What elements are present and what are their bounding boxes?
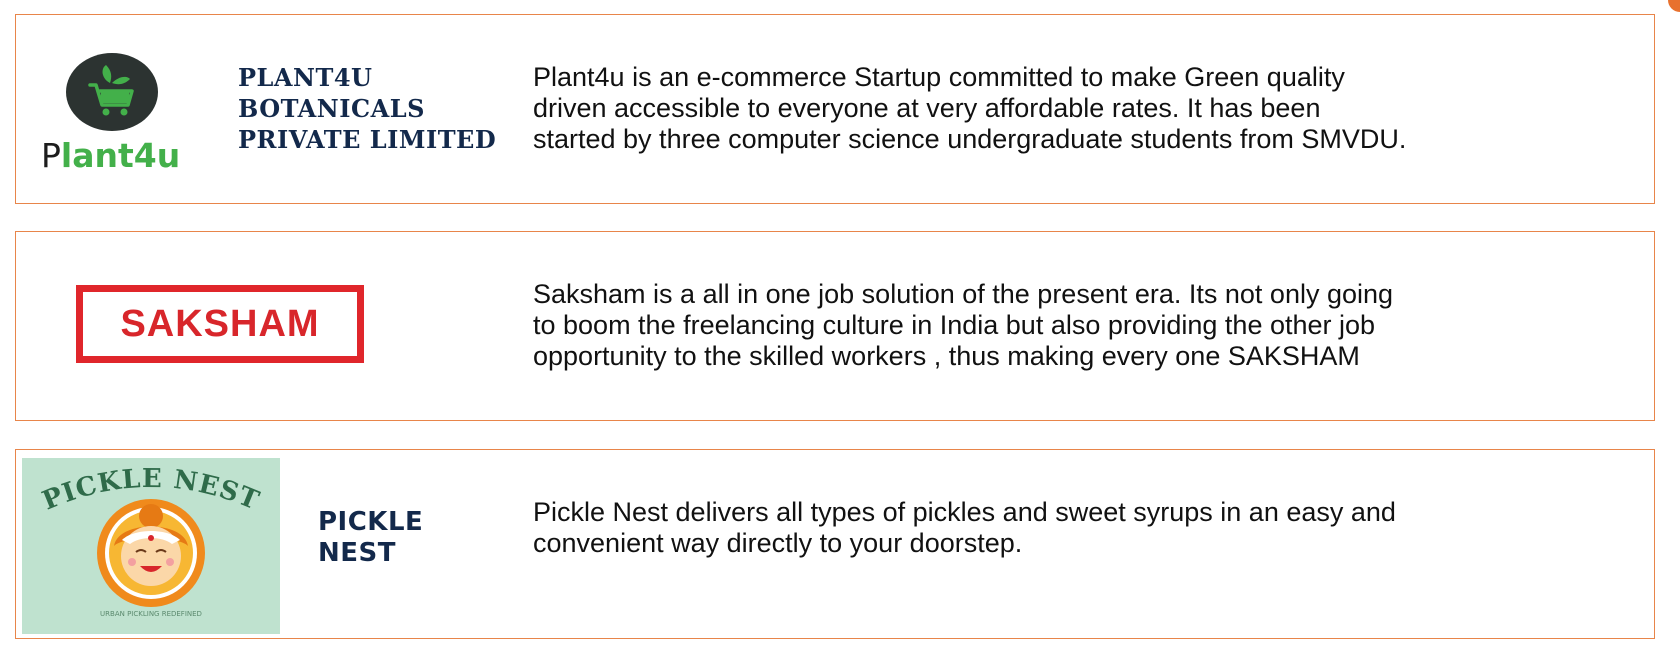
company-description: Plant4u is an e-commerce Startup committ… (533, 62, 1407, 154)
company-name: PLANT4U BOTANICALS PRIVATE LIMITED (238, 63, 497, 154)
company-name: PICKLE NEST (318, 507, 424, 568)
startup-card-plant4u: Plant4u PLANT4U BOTANICALS PRIVATE LIMIT… (15, 14, 1655, 204)
saksham-logo: SAKSHAM (76, 285, 364, 363)
girl-face-icon (97, 499, 205, 607)
company-description: Pickle Nest delivers all types of pickle… (533, 497, 1396, 558)
company-description: Saksham is a all in one job solution of … (533, 279, 1394, 371)
startup-card-pickle-nest: PICKLE NEST URBAN PICKLING REDEFINED PIC… (15, 449, 1655, 639)
saksham-logo-text: SAKSHAM (120, 302, 320, 345)
startup-card-saksham: SAKSHAM Saksham is a all in one job solu… (15, 231, 1655, 421)
shopping-cart-leaf-icon (66, 53, 158, 131)
corner-decoration (1668, 0, 1680, 12)
pickle-nest-logo: PICKLE NEST URBAN PICKLING REDEFINED (22, 458, 280, 634)
svg-text:URBAN PICKLING REDEFINED: URBAN PICKLING REDEFINED (100, 610, 202, 618)
plant4u-logo: Plant4u (41, 53, 196, 183)
plant4u-wordmark: Plant4u (41, 136, 181, 175)
